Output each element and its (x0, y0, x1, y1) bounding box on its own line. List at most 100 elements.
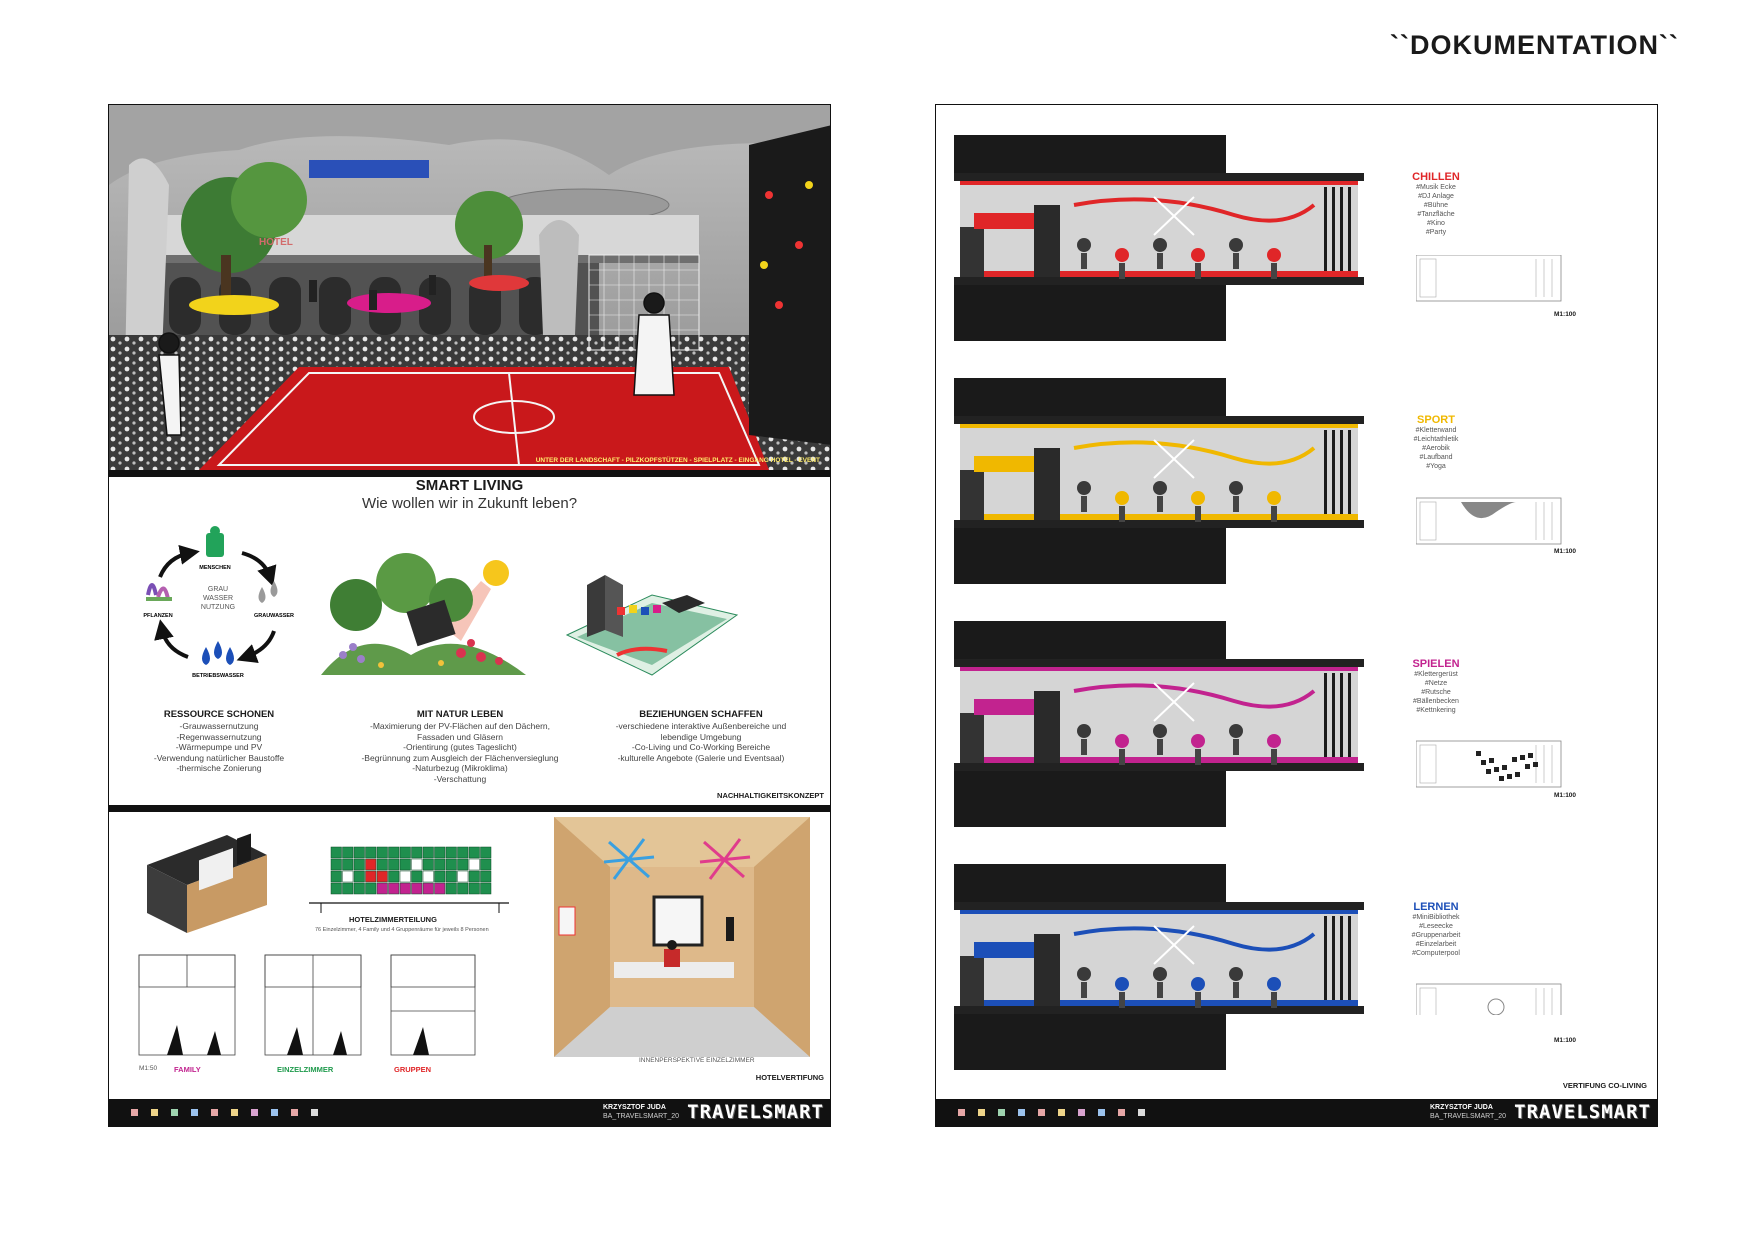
activity-figure (1191, 734, 1205, 748)
floor-beam (954, 520, 1364, 528)
mini-plan-object (1494, 767, 1499, 772)
activity-figure-body (1195, 506, 1201, 522)
tag: #Musik Ecke (1416, 184, 1456, 191)
nature-line: -Maximierung der PV-Flächen auf den Däch… (369, 721, 550, 731)
scale-chillen: M1:100 (1554, 311, 1577, 318)
swatch (1138, 1109, 1145, 1116)
activity-figure (1229, 967, 1243, 981)
activity-figure (1153, 724, 1167, 738)
cycle-label-people: MENSCHEN (199, 565, 231, 571)
author-name: KRZYSZTOF JUDA (1430, 1104, 1493, 1111)
activity-figure-body (1081, 496, 1087, 512)
room-cell (480, 858, 492, 871)
room-cell (411, 870, 423, 883)
nature-line: Fassaden und Gläsern (417, 731, 503, 742)
room-cell (399, 870, 411, 883)
relations-line: lebendige Umgebung (660, 731, 742, 742)
stair (960, 956, 984, 1006)
window-mullion (1332, 187, 1335, 271)
tag: #Tanzfläche (1417, 211, 1455, 218)
room-cell (480, 870, 492, 883)
room-cell (353, 882, 365, 895)
activity-figure (1191, 248, 1205, 262)
ceiling-beam (954, 173, 1364, 181)
mini-plan-object (1476, 751, 1481, 756)
mini-plan-spielen (1416, 740, 1562, 788)
room-cell (388, 870, 400, 883)
room-cell (376, 858, 388, 871)
activity-figure (1153, 967, 1167, 981)
base-slab (954, 528, 1226, 584)
floor-plans (138, 954, 476, 1056)
mini-plan-object (1533, 762, 1538, 767)
section-title-chillen: CHILLEN (1412, 171, 1460, 183)
cycle-label-servicewater: BETRIEBSWASSER (192, 673, 244, 679)
swatch (231, 1109, 238, 1116)
swatch (151, 1109, 158, 1116)
community-illustration (565, 575, 739, 676)
scale-spielen: M1:100 (1554, 792, 1577, 799)
room-cell (445, 870, 457, 883)
activity-figure (1229, 481, 1243, 495)
mini-plan-object (1512, 757, 1517, 762)
activity-figure-body (1157, 739, 1163, 755)
activity-figure (1153, 481, 1167, 495)
author-block: KRZYSZTOF JUDA BA_TRAVELSMART_20 (1430, 1103, 1506, 1121)
resources-line: -Wärmepumpe und PV (175, 742, 263, 752)
swatch (978, 1109, 985, 1116)
ceiling-beam (954, 416, 1364, 424)
mezzanine (974, 699, 1034, 715)
column-title-resources: RESSOURCE SCHONEN (163, 709, 275, 720)
cycle-label-plants: PFLANZEN (143, 613, 172, 619)
mezzanine (974, 213, 1034, 229)
room-cell (434, 870, 446, 883)
mini-plan-object (1489, 758, 1494, 763)
activity-figure (1229, 238, 1243, 252)
cycle-center-3: NUTZUNG (201, 604, 235, 611)
relations-line: -verschiedene interaktive Außenbereiche … (615, 721, 787, 731)
room-cell (399, 858, 411, 871)
resources-line: -thermische Zonierung (176, 763, 262, 773)
water-cycle-diagram: MENSCHEN GRAU WASSER NUTZUNG GRAUWASSER … (143, 526, 294, 679)
tag: #Party (1425, 229, 1447, 236)
room-cell (468, 882, 480, 895)
relations-line: -kulturelle Angebote (Galerie und Events… (617, 752, 785, 763)
window-mullion (1332, 916, 1335, 1000)
room-cell (399, 846, 411, 859)
core-wall (1034, 691, 1060, 763)
room-cell (342, 846, 354, 859)
room-cell (434, 858, 446, 871)
ceiling-beam (954, 659, 1364, 667)
room-cell (365, 882, 377, 895)
ceiling-accent (960, 181, 1358, 185)
resources-line: -Grauwassernutzung (179, 721, 259, 731)
room-division-title: HOTELZIMMERTEILUNG (349, 915, 437, 924)
room-cell (422, 858, 434, 871)
brand-logo: TRAVELSMART (687, 1101, 824, 1123)
relations-line: -Co-Living und Co-Working Bereiche (631, 742, 771, 752)
mezzanine (974, 456, 1034, 472)
coliving-section-label: VERTIFUNG CO-LIVING (1562, 1081, 1647, 1090)
plant-icon (146, 583, 172, 601)
swatch (251, 1109, 258, 1116)
activity-figure-body (1233, 253, 1239, 269)
mini-plan-object (1486, 769, 1491, 774)
footer-bar-left: KRZYSZTOF JUDA BA_TRAVELSMART_20 TRAVELS… (109, 1099, 830, 1126)
room-cell (330, 870, 342, 883)
plan-scale: M1:50 (139, 1065, 158, 1072)
room-cell (411, 846, 423, 859)
section-lernen (954, 864, 1364, 1070)
swatch (958, 1109, 965, 1116)
mini-plan-outline (1416, 255, 1562, 302)
ceiling-accent (960, 424, 1358, 428)
brand-logo: TRAVELSMART (1514, 1101, 1651, 1123)
column-body-nature: -Maximierung der PV-Flächen auf den Däch… (350, 721, 570, 784)
stair (960, 227, 984, 277)
roof-slab (954, 864, 1226, 904)
smart-living-subtitle: Wie wollen wir in Zukunft leben? (361, 495, 578, 512)
room-cell (480, 882, 492, 895)
room-cell (365, 858, 377, 871)
tag: #Kino (1427, 220, 1445, 227)
room-cell (376, 870, 388, 883)
room-cell (330, 858, 342, 871)
